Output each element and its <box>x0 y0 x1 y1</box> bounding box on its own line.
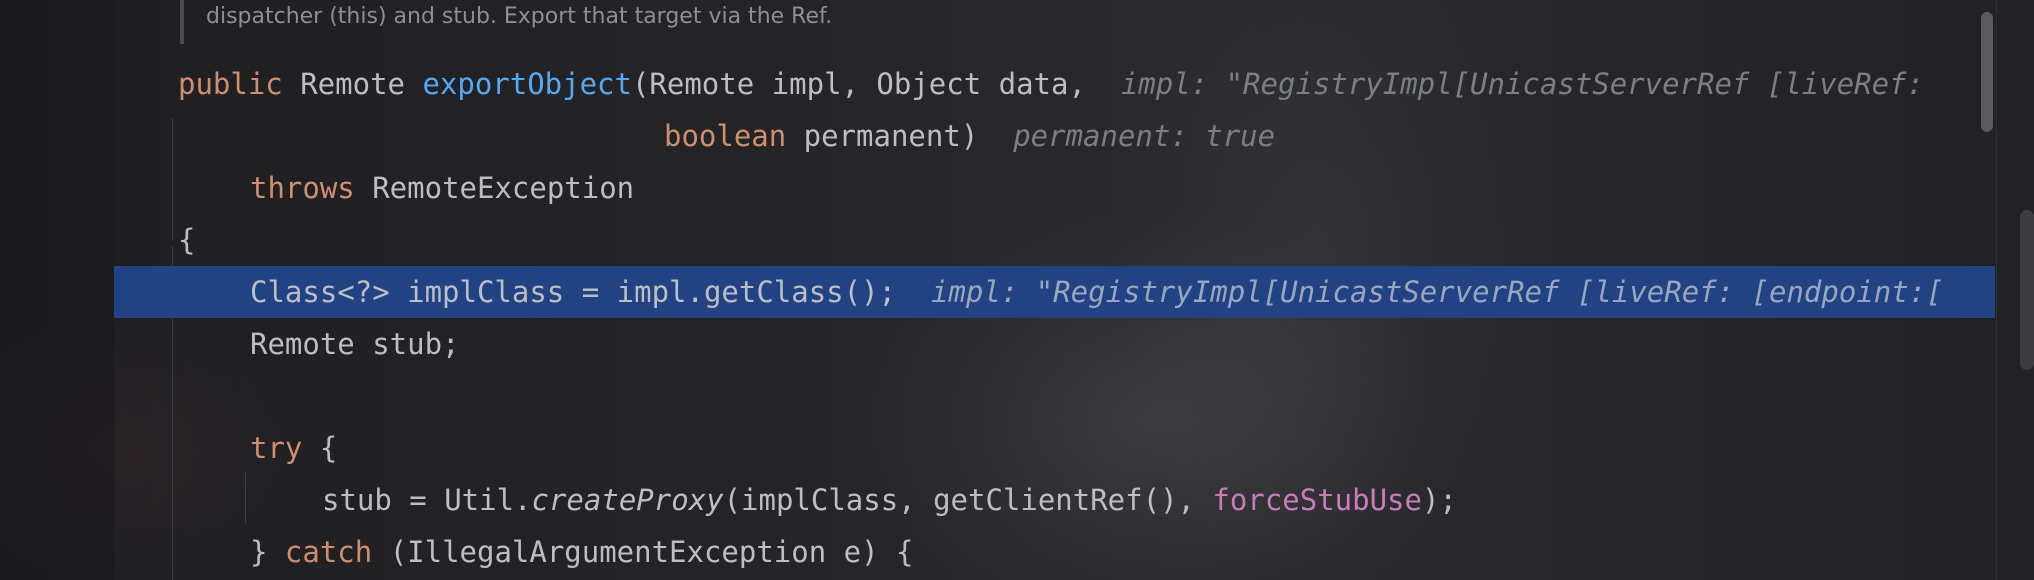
code-line-create-proxy[interactable]: stub = Util.createProxy(implClass, getCl… <box>322 474 1457 526</box>
parameter-permanent: permanent) <box>786 119 979 153</box>
doc-comment-text: dispatcher (this) and stub. Export that … <box>206 4 833 29</box>
indent-guide <box>245 472 246 524</box>
method-name: exportObject <box>422 67 632 101</box>
close-brace: } <box>250 535 285 569</box>
statement-get-class: Class<?> implClass = impl.getClass(); <box>250 275 897 309</box>
parameters: (Remote impl, Object data, <box>631 67 1086 101</box>
exception-type: RemoteException <box>354 171 635 205</box>
editor-gutter[interactable] <box>0 0 115 580</box>
keyword-try: try <box>250 431 303 465</box>
code-editor[interactable]: dispatcher (this) and stub. Export that … <box>0 0 2034 580</box>
code-line-method-signature[interactable]: public Remote exportObject(Remote impl, … <box>178 58 1924 110</box>
catch-clause: (IllegalArgumentException e) { <box>372 535 914 569</box>
keyword-throws: throws <box>250 171 355 205</box>
indent-guide <box>172 118 173 240</box>
code-line-parameters-cont[interactable]: boolean permanent) permanent: true <box>664 110 1275 162</box>
code-line-catch[interactable]: } catch (IllegalArgumentException e) { <box>250 526 913 578</box>
code-line-stub-declaration[interactable]: Remote stub; <box>250 318 460 370</box>
inline-debug-hint: impl: "RegistryImpl[UnicastServerRef [li… <box>1120 67 1924 101</box>
return-type: Remote <box>282 67 423 101</box>
call-close: ); <box>1421 483 1457 517</box>
call-arguments: (implClass, getClientRef(), <box>723 483 1213 517</box>
doc-comment-bar <box>180 0 184 44</box>
code-line-open-brace[interactable]: { <box>178 214 195 266</box>
statement-remote-stub: Remote stub; <box>250 327 460 361</box>
code-line-current-execution[interactable]: Class<?> implClass = impl.getClass(); im… <box>114 266 1995 318</box>
code-line-throws[interactable]: throws RemoteException <box>250 162 634 214</box>
inline-debug-hint: permanent: true <box>1013 119 1276 153</box>
field-reference: forceStubUse <box>1212 483 1422 517</box>
keyword-boolean: boolean <box>664 119 787 153</box>
assignment-prefix: stub = Util. <box>322 483 532 517</box>
code-line-try[interactable]: try { <box>250 422 337 474</box>
open-brace: { <box>178 223 196 257</box>
try-brace: { <box>302 431 338 465</box>
scrollbar-thumb[interactable] <box>1981 12 1993 132</box>
static-method-call: createProxy <box>531 483 724 517</box>
outer-scrollbar[interactable] <box>2020 210 2034 370</box>
keyword-public: public <box>178 67 283 101</box>
scrollbar-track[interactable] <box>1996 0 1997 580</box>
keyword-catch: catch <box>284 535 373 569</box>
inline-debug-hint: impl: "RegistryImpl[UnicastServerRef [li… <box>930 275 1944 309</box>
